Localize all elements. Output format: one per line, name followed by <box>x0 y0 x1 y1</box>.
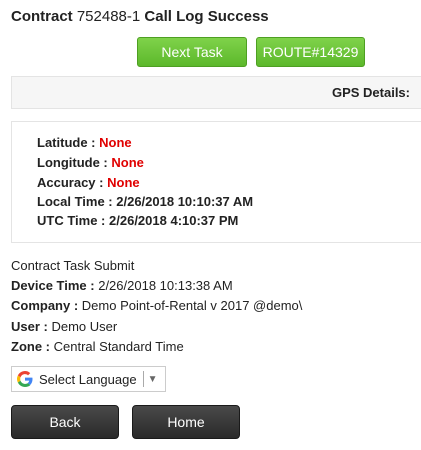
longitude-value: None <box>111 155 144 170</box>
home-button[interactable]: Home <box>132 405 240 439</box>
local-time-value: 2/26/2018 10:10:37 AM <box>116 194 254 209</box>
next-task-button[interactable]: Next Task <box>137 37 247 67</box>
latitude-label: Latitude : <box>37 135 96 150</box>
gps-details-panel: Latitude : None Longitude : None Accurac… <box>11 121 421 243</box>
company-value: Demo Point-of-Rental v 2017 @demo\ <box>81 298 303 313</box>
company-label: Company : <box>11 298 79 313</box>
latitude-row: Latitude : None <box>37 135 132 150</box>
zone-row: Zone : Central Standard Time <box>11 339 184 354</box>
dropdown-arrow-icon[interactable]: ▼ <box>148 374 158 385</box>
utc-time-label: UTC Time : <box>37 213 106 228</box>
zone-value: Central Standard Time <box>53 339 184 354</box>
latitude-value: None <box>99 135 132 150</box>
device-time-label: Device Time : <box>11 278 95 293</box>
device-time-value: 2/26/2018 10:13:38 AM <box>98 278 233 293</box>
page-title: Contract 752488-1 Call Log Success <box>11 8 269 25</box>
utc-time-value: 2/26/2018 4:10:37 PM <box>109 213 239 228</box>
gps-details-header: GPS Details: <box>11 76 421 109</box>
user-value: Demo User <box>51 319 118 334</box>
back-button[interactable]: Back <box>11 405 119 439</box>
local-time-row: Local Time : 2/26/2018 10:10:37 AM <box>37 194 253 209</box>
language-selector[interactable]: Select Language ▼ <box>11 366 166 392</box>
route-button[interactable]: ROUTE#14329 <box>256 37 365 67</box>
call-log-status: Call Log Success <box>144 8 269 25</box>
utc-time-row: UTC Time : 2/26/2018 4:10:37 PM <box>37 213 238 228</box>
local-time-label: Local Time : <box>37 194 113 209</box>
device-time-row: Device Time : 2/26/2018 10:13:38 AM <box>11 278 233 293</box>
accuracy-label: Accuracy : <box>37 175 104 190</box>
company-row: Company : Demo Point-of-Rental v 2017 @d… <box>11 298 302 313</box>
select-language-label: Select Language <box>39 371 137 387</box>
zone-label: Zone : <box>11 339 50 354</box>
accuracy-row: Accuracy : None <box>37 175 140 190</box>
submit-title: Contract Task Submit <box>11 258 135 273</box>
user-row: User : Demo User <box>11 319 117 334</box>
google-g-icon <box>17 371 33 387</box>
longitude-label: Longitude : <box>37 155 108 170</box>
accuracy-value: None <box>107 175 140 190</box>
gps-details-heading: GPS Details: <box>331 85 410 100</box>
user-label: User : <box>11 319 48 334</box>
contract-number: 752488-1 <box>76 8 141 25</box>
contract-label: Contract <box>11 8 73 25</box>
longitude-row: Longitude : None <box>37 155 144 170</box>
language-divider <box>142 371 144 387</box>
